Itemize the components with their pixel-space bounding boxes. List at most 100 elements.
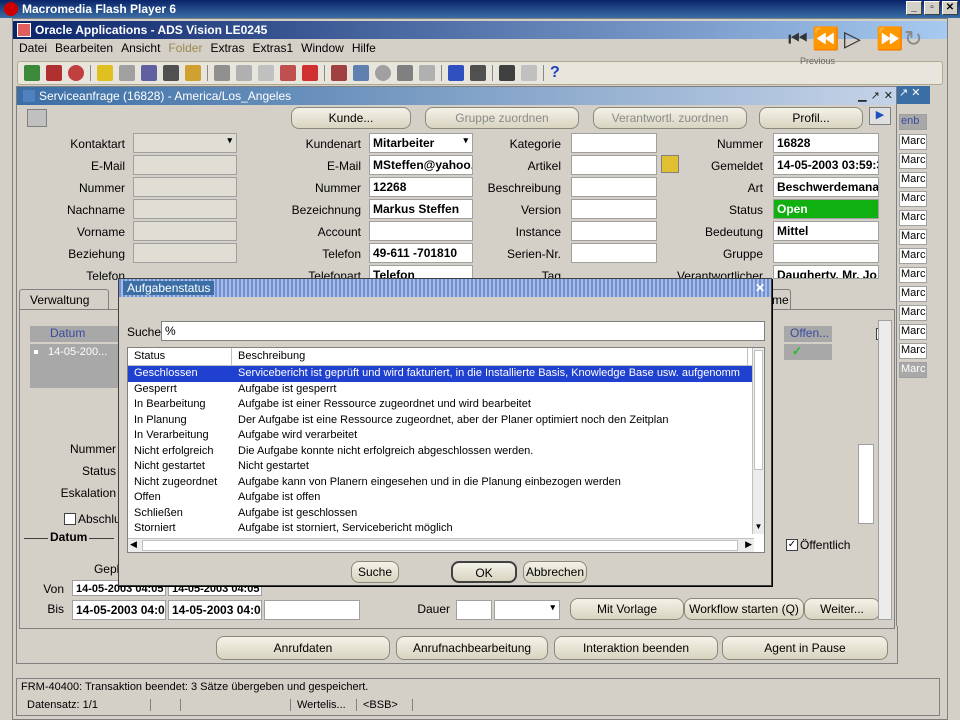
vertical-scroll-thumb[interactable] [754, 350, 763, 470]
menu-bearbeiten[interactable]: Bearbeiten [55, 41, 113, 59]
bis-field-1[interactable]: 14-05-2003 04:05 [72, 600, 166, 620]
list-item[interactable]: Storniert Aufgabe ist storniert, Serviceb… [128, 521, 764, 537]
export-icon[interactable] [499, 65, 515, 81]
list-item[interactable]: Schließen Aufgabe ist geschlossen [128, 506, 764, 522]
account-field[interactable] [369, 221, 473, 241]
restore-icon[interactable]: ↗ [871, 89, 880, 102]
menu-ansicht[interactable]: Ansicht [121, 41, 160, 59]
sliver-cell[interactable]: Marc [899, 191, 927, 207]
sliver-cell[interactable]: Marc [899, 153, 927, 169]
profil-button[interactable]: Profil... [759, 107, 863, 129]
sliver-cell[interactable]: Marc [899, 229, 927, 245]
menu-datei[interactable]: Datei [19, 41, 47, 59]
minimize-button[interactable]: _ [906, 1, 922, 15]
list-item[interactable]: Nicht erfolgreich Die Aufgabe konnte nich… [128, 444, 764, 460]
gruppe-field[interactable] [773, 243, 879, 263]
list-horizontal-scrollbar[interactable]: ◀ ▶ [128, 538, 754, 552]
status-field[interactable]: Open [773, 199, 879, 219]
sr-doc-icon[interactable] [27, 109, 47, 127]
bis-field-3[interactable] [264, 600, 360, 620]
customer-email-field[interactable]: MSteffen@yahoo. [369, 155, 473, 175]
previous-icon[interactable]: ⏪ [812, 26, 839, 52]
tab-verwaltung[interactable]: Verwaltung [19, 289, 109, 309]
close-icon[interactable]: ✕ [884, 89, 893, 102]
nummer-field[interactable] [133, 177, 237, 197]
instance-field[interactable] [571, 221, 657, 241]
folder-tools-icon[interactable] [419, 65, 435, 81]
sliver-cell[interactable]: Marc [899, 324, 927, 340]
mit-vorlage-button[interactable]: Mit Vorlage [570, 598, 684, 620]
list-item[interactable]: In Verarbeitung Aufgabe wird verarbeitet [128, 428, 764, 444]
copy-icon[interactable] [236, 65, 252, 81]
dialog-close-icon[interactable]: ✕ [753, 281, 767, 295]
list-item[interactable]: Offen Aufgabe ist offen [128, 490, 764, 506]
switch-resp-icon[interactable] [141, 65, 157, 81]
menu-extras[interactable]: Extras [210, 41, 244, 59]
scroll-down-icon[interactable]: ▼ [753, 522, 764, 534]
print-icon[interactable] [163, 65, 179, 81]
kunde-button[interactable]: Kunde... [291, 107, 411, 129]
menu-extras1[interactable]: Extras1 [252, 41, 293, 59]
dialog-suche-button[interactable]: Suche [351, 561, 399, 583]
menu-hilfe[interactable]: Hilfe [352, 41, 376, 59]
sliver-cell[interactable]: Marc [899, 343, 927, 359]
gemeldet-field[interactable]: 14-05-2003 03:59:3 [773, 155, 879, 175]
interaktion-beenden-button[interactable]: Interaktion beenden [554, 636, 718, 660]
cancel-query-icon[interactable] [68, 65, 84, 81]
agent-in-pause-button[interactable]: Agent in Pause [722, 636, 888, 660]
art-field[interactable]: Beschwerdemana [773, 177, 879, 197]
cut-icon[interactable] [214, 65, 230, 81]
list-item[interactable]: Gesperrt Aufgabe ist gesperrt [128, 382, 764, 398]
close-form-icon[interactable] [185, 65, 201, 81]
new-row-icon[interactable] [280, 65, 296, 81]
sliver-cell[interactable]: Marc [899, 248, 927, 264]
dauer-unit-field[interactable]: ▾ [494, 600, 560, 620]
dauer-field[interactable] [456, 600, 492, 620]
sliver-cell[interactable]: Marc [899, 286, 927, 302]
list-item[interactable]: Nicht gestartet Nicht gestartet [128, 459, 764, 475]
next-icon[interactable]: ⏩ [876, 26, 903, 52]
artikel-field[interactable] [571, 155, 657, 175]
grid-datum-cell[interactable]: 14-05-200... [48, 346, 118, 362]
gruppe-zuordnen-button[interactable]: Gruppe zuordnen [425, 107, 579, 129]
sliver-cell[interactable]: Marc [899, 305, 927, 321]
sliver-cell-selected[interactable]: Marc [899, 362, 927, 378]
folder-icon[interactable] [521, 65, 537, 81]
close-button[interactable]: ✕ [942, 1, 958, 15]
play-icon[interactable]: ▷ [844, 26, 861, 52]
anrufnachbearbeitung-button[interactable]: Anrufnachbearbeitung [396, 636, 548, 660]
next-step-icon[interactable] [119, 65, 135, 81]
dialog-ok-button[interactable]: OK [451, 561, 517, 583]
dialog-abbrechen-button[interactable]: Abbrechen [523, 561, 587, 583]
sliver-cell[interactable]: Marc [899, 134, 927, 150]
list-vertical-scrollbar[interactable]: ▼ [752, 348, 764, 534]
email-field[interactable] [133, 155, 237, 175]
delete-row-icon[interactable] [302, 65, 318, 81]
paste-icon[interactable] [258, 65, 274, 81]
list-item[interactable]: In Planung Der Aufgabe ist eine Ressource… [128, 413, 764, 429]
kategorie-field[interactable] [571, 133, 657, 153]
kundenart-field[interactable]: Mitarbeiter ▾ [369, 133, 473, 153]
loop-icon[interactable]: ↻ [904, 26, 922, 52]
seriennr-field[interactable] [571, 243, 657, 263]
find-icon[interactable] [46, 65, 62, 81]
maximize-button[interactable]: ▫ [924, 1, 940, 15]
bezeichnung-field[interactable]: Markus Steffen [369, 199, 473, 219]
minimize-icon[interactable]: ▁ [858, 89, 866, 102]
col-header-beschreibung[interactable]: Beschreibung [232, 348, 748, 365]
vorname-field[interactable] [133, 221, 237, 241]
new-record-icon[interactable] [24, 65, 40, 81]
edit-field-icon[interactable] [331, 65, 347, 81]
menu-folder[interactable]: Folder [168, 41, 202, 59]
horizontal-scroll-thumb[interactable] [142, 540, 738, 551]
menu-window[interactable]: Window [301, 41, 344, 59]
anrufdaten-button[interactable]: Anrufdaten [216, 636, 390, 660]
bis-field-2[interactable]: 14-05-2003 04:05 [168, 600, 262, 620]
sr-number-field[interactable]: 16828 [773, 133, 879, 153]
col-header-status[interactable]: Status [128, 348, 232, 365]
rewind-start-icon[interactable]: ⏮ [788, 26, 808, 52]
workflow-starten-button[interactable]: Workflow starten (Q) [684, 598, 804, 620]
scroll-right-icon[interactable]: ▶ [745, 539, 752, 550]
offentlich-checkbox[interactable]: ✓ Öffentlich [786, 538, 850, 552]
attachment-icon[interactable] [397, 65, 413, 81]
